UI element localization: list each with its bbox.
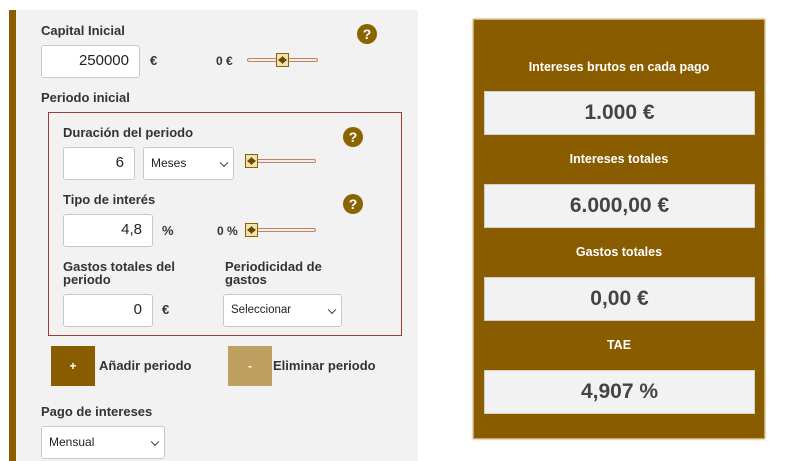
pago-select-value: Mensual	[49, 435, 95, 449]
duracion-slider-thumb-icon[interactable]	[245, 154, 258, 168]
tipo-slider-thumb-icon[interactable]	[245, 223, 258, 237]
periodicidad-label: Periodicidad de gastos	[225, 260, 322, 286]
capital-slider-thumb-icon[interactable]	[276, 53, 289, 67]
duracion-help-icon[interactable]: ?	[343, 127, 363, 147]
gastos-input[interactable]: 0	[63, 294, 153, 327]
gastos-totales-label: Gastos totales	[575, 245, 663, 259]
periodicidad-select-value: Seleccionar	[231, 304, 292, 316]
capital-slider[interactable]	[247, 53, 318, 67]
duracion-label: Duración del periodo	[63, 125, 194, 140]
tae-value: 4,907 %	[484, 370, 755, 414]
tipo-label: Tipo de interés	[63, 192, 156, 207]
intereses-totales-label: Intereses totales	[569, 152, 669, 166]
gastos-totales-value: 0,00 €	[484, 277, 755, 321]
tipo-input[interactable]: 4,8	[63, 214, 153, 247]
tipo-unit: %	[162, 223, 174, 238]
add-period-label[interactable]: Añadir periodo	[99, 358, 191, 373]
tae-label: TAE	[606, 338, 632, 352]
period-box: Duración del periodo ? 6 Meses Tipo de i…	[48, 112, 402, 336]
capital-slider-value: 0 €	[216, 54, 233, 68]
remove-period-label[interactable]: Eliminar periodo	[273, 358, 376, 373]
duracion-unit-select[interactable]: Meses	[143, 147, 234, 180]
pago-label: Pago de intereses	[41, 404, 153, 419]
pago-select[interactable]: Mensual	[41, 426, 165, 459]
gastos-label: Gastos totales del periodo	[63, 260, 175, 286]
duracion-input[interactable]: 6	[63, 147, 135, 180]
capital-help-icon[interactable]: ?	[357, 24, 377, 44]
results-panel: Intereses brutos en cada pago 1.000 € In…	[473, 19, 765, 439]
duracion-slider[interactable]	[245, 154, 316, 168]
add-period-button[interactable]: +	[51, 346, 95, 386]
tipo-slider-value: 0 %	[217, 224, 238, 238]
calculator-form: Capital Inicial ? 250000 € 0 € Periodo i…	[9, 10, 418, 461]
periodicidad-label-line2: gastos	[225, 272, 267, 287]
duracion-unit-value: Meses	[151, 156, 187, 170]
remove-period-button[interactable]: -	[228, 346, 272, 386]
chevron-down-icon	[327, 305, 337, 314]
intereses-totales-value: 6.000,00 €	[484, 184, 755, 228]
capital-input[interactable]: 250000	[41, 45, 140, 78]
intereses-brutos-label: Intereses brutos en cada pago	[528, 60, 710, 74]
tipo-help-icon[interactable]: ?	[343, 194, 363, 214]
chevron-down-icon	[150, 437, 160, 446]
capital-label: Capital Inicial	[41, 23, 125, 38]
capital-unit: €	[150, 53, 158, 68]
gastos-unit: €	[162, 302, 170, 317]
periodicidad-select[interactable]: Seleccionar	[223, 294, 342, 327]
tipo-slider[interactable]	[245, 223, 316, 237]
chevron-down-icon	[219, 158, 229, 167]
intereses-brutos-value: 1.000 €	[484, 91, 755, 135]
periodo-inicial-heading: Periodo inicial	[41, 90, 130, 105]
gastos-label-line2: periodo	[63, 272, 111, 287]
